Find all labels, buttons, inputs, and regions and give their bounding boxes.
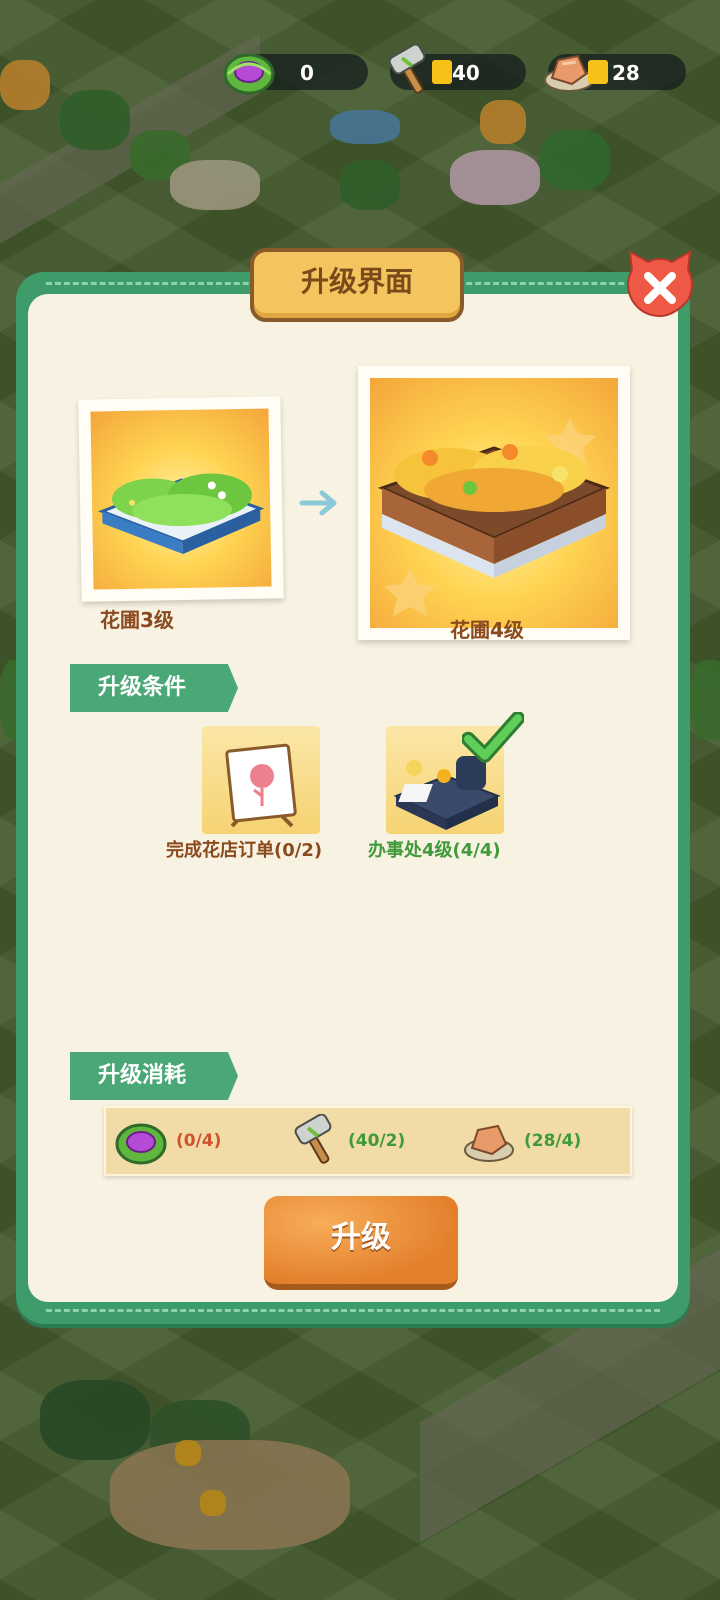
arrow-right-icon bbox=[299, 490, 337, 516]
stone-count: 28 bbox=[612, 61, 640, 85]
conditions-header: 升级条件 bbox=[70, 664, 238, 712]
upgrade-button[interactable]: 升级 bbox=[264, 1196, 458, 1290]
cabbage-icon bbox=[223, 53, 275, 95]
resource-stone: 28 bbox=[544, 54, 686, 92]
condition-flower-shop-orders[interactable] bbox=[202, 726, 320, 834]
panel-title: 升级界面 bbox=[250, 248, 464, 322]
cost-item-stone: (28/4) bbox=[462, 1114, 622, 1168]
close-button[interactable] bbox=[624, 250, 696, 320]
next-level-label: 花圃4级 bbox=[450, 618, 524, 642]
costs-header: 升级消耗 bbox=[70, 1052, 238, 1100]
cost-item-hammer: (40/2) bbox=[290, 1113, 450, 1168]
next-level-image bbox=[370, 378, 618, 628]
resource-hammer: 40 bbox=[388, 44, 526, 94]
flowerbed-level3-icon bbox=[98, 473, 265, 554]
cost-stone-text: (28/4) bbox=[524, 1131, 582, 1151]
cabbage-icon bbox=[115, 1123, 167, 1165]
cost-hammer-text: (40/2) bbox=[348, 1131, 406, 1151]
panel-bottom-trim bbox=[46, 1309, 660, 1312]
current-level-card bbox=[78, 396, 284, 602]
cost-bar: (0/4) (40/2) (28/4) bbox=[104, 1106, 632, 1176]
hammer-icon bbox=[388, 44, 426, 94]
hammer-count: 40 bbox=[452, 61, 480, 85]
check-icon bbox=[462, 712, 524, 763]
stone-icon bbox=[464, 1124, 514, 1162]
cost-cabbage-text: (0/4) bbox=[176, 1131, 222, 1151]
next-level-card bbox=[358, 366, 630, 640]
hammer-level-bar bbox=[432, 60, 452, 84]
condition-office-label: 办事处4级(4/4) bbox=[368, 840, 501, 861]
cabbage-count: 0 bbox=[300, 61, 314, 85]
hammer-icon bbox=[294, 1113, 332, 1164]
current-level-label: 花圃3级 bbox=[100, 608, 174, 632]
condition-flower-shop-label: 完成花店订单(0/2) bbox=[166, 840, 323, 861]
resource-cabbage: 0 bbox=[223, 53, 368, 95]
flowerbed-level4-icon bbox=[377, 418, 611, 616]
cost-item-cabbage: (0/4) bbox=[114, 1114, 274, 1168]
current-level-image bbox=[90, 408, 272, 590]
stone-level-bar bbox=[588, 60, 608, 84]
easel-rose-icon bbox=[225, 743, 297, 828]
